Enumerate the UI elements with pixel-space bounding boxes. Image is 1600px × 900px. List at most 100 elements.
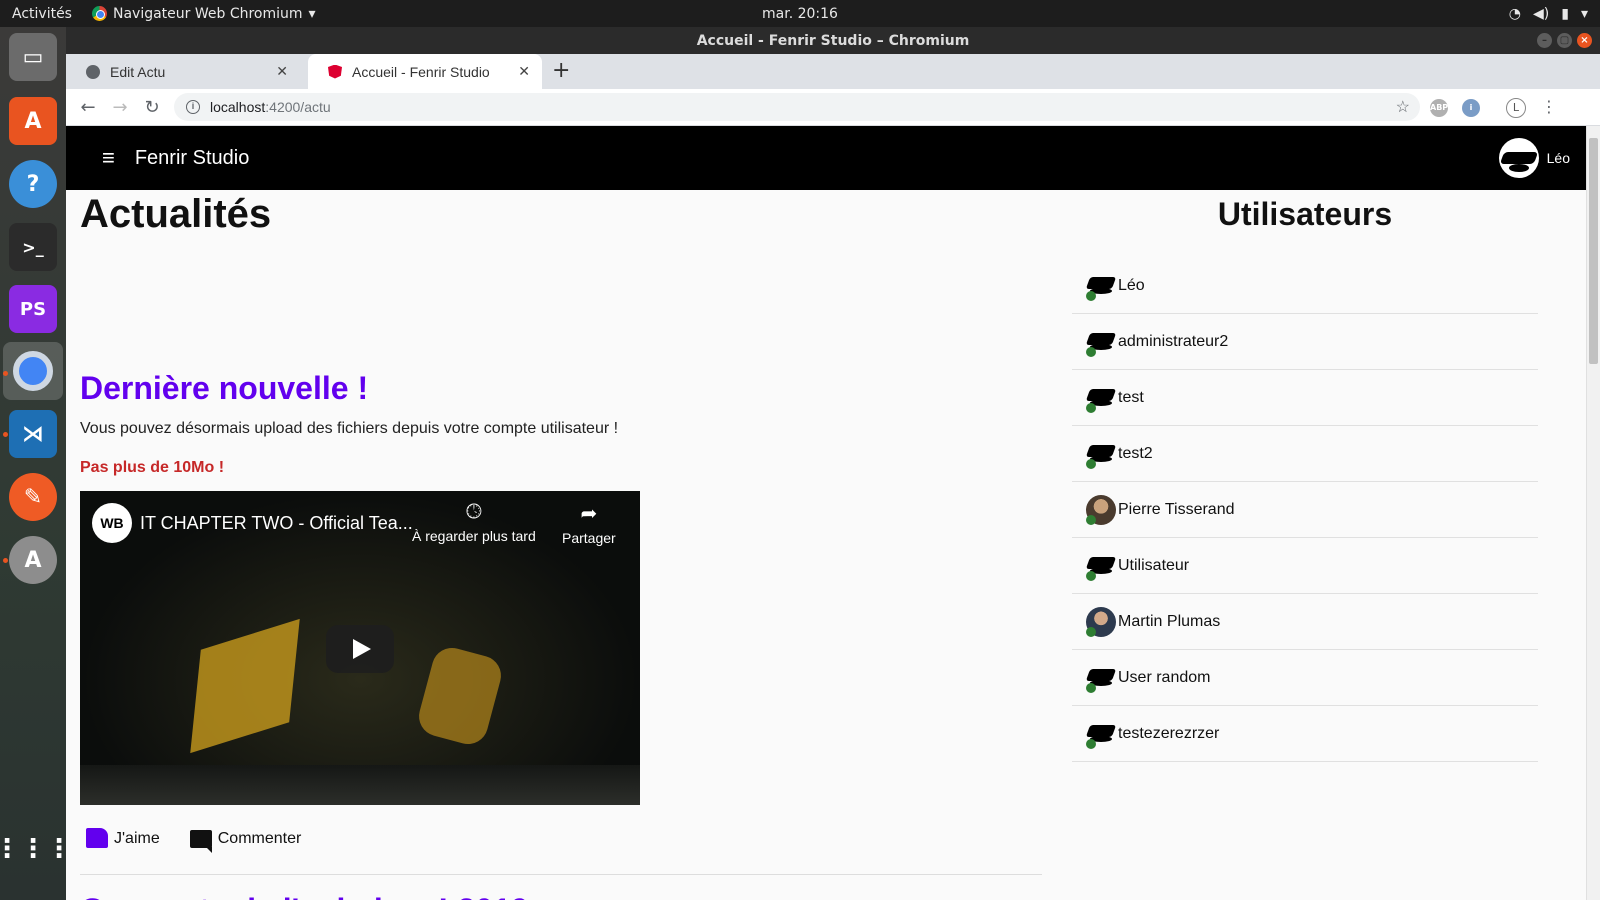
user-avatar xyxy=(1085,551,1117,581)
vscode-icon[interactable]: ⋊ xyxy=(9,410,57,458)
wifi-icon: ◔ xyxy=(1508,5,1522,22)
user-avatar xyxy=(1085,271,1117,301)
new-tab-button[interactable]: + xyxy=(552,58,570,83)
info-icon[interactable]: i xyxy=(186,100,200,114)
adblock-extension-icon[interactable]: ABP xyxy=(1430,99,1448,117)
user-name: User random xyxy=(1118,668,1211,686)
user-avatar xyxy=(1085,383,1117,413)
app-menu[interactable]: Navigateur Web Chromium ▾ xyxy=(91,5,316,22)
tab-edit-actu[interactable]: Edit Actu ✕ xyxy=(66,54,300,89)
scrollbar-thumb[interactable] xyxy=(1589,138,1598,364)
user-list-item[interactable]: administrateur2 xyxy=(1072,314,1538,370)
page-title: Actualités xyxy=(80,192,272,236)
online-status-dot xyxy=(1086,290,1096,301)
system-tray[interactable]: ◔ ◀) ▮ ▾ xyxy=(1509,6,1588,22)
show-applications-icon[interactable]: ⋮⋮⋮ xyxy=(0,825,72,873)
user-name: Martin Plumas xyxy=(1118,612,1221,630)
video-title[interactable]: IT CHAPTER TWO - Official Tea... xyxy=(140,513,413,534)
reload-icon[interactable]: ↻ xyxy=(136,97,168,118)
online-status-dot xyxy=(1086,458,1096,469)
user-name: Pierre Tisserand xyxy=(1118,500,1235,518)
user-name: Léo xyxy=(1118,276,1145,294)
files-icon[interactable]: ▭ xyxy=(9,33,57,81)
tab-label: Accueil - Fenrir Studio xyxy=(352,63,490,80)
post-divider xyxy=(80,874,1042,875)
software-center-icon[interactable]: A xyxy=(9,97,57,145)
back-icon[interactable]: ← xyxy=(72,97,104,118)
chromium-icon xyxy=(91,6,107,21)
share-button[interactable]: ➦ Partager xyxy=(562,501,616,546)
browser-menu-icon[interactable]: ⋮ xyxy=(1541,97,1557,116)
user-list-item[interactable]: User random xyxy=(1072,650,1538,706)
user-list-item[interactable]: Martin Plumas xyxy=(1072,594,1538,650)
bookmark-star-icon[interactable]: ☆ xyxy=(1396,97,1410,117)
youtube-embed[interactable]: WB IT CHAPTER TWO - Official Tea... 🕓︎ À… xyxy=(80,491,640,805)
volume-icon: ◀) xyxy=(1533,5,1550,22)
phpstorm-icon[interactable]: PS xyxy=(9,285,57,333)
dock: ▭ A ? >_ PS ⋊ ✎ A ⋮⋮⋮ xyxy=(0,27,72,900)
user-name: test xyxy=(1118,388,1144,406)
forward-icon[interactable]: → xyxy=(104,97,136,118)
terminal-icon[interactable]: >_ xyxy=(9,223,57,271)
user-name: testezerezrzer xyxy=(1118,724,1220,742)
extension-icon[interactable]: i xyxy=(1462,99,1480,117)
activities-button[interactable]: Activités xyxy=(12,6,72,22)
software-updater-icon[interactable]: A xyxy=(9,536,57,584)
profile-avatar[interactable]: L xyxy=(1506,98,1526,118)
user-list-item[interactable]: Utilisateur xyxy=(1072,538,1538,594)
post-warning: Pas plus de 10Mo ! xyxy=(80,459,225,476)
play-button[interactable] xyxy=(326,625,394,673)
user-list-item[interactable]: test xyxy=(1072,370,1538,426)
brand-title[interactable]: Fenrir Studio xyxy=(135,147,250,170)
chromium-dock-icon[interactable] xyxy=(3,342,63,400)
current-user-name: Léo xyxy=(1546,150,1570,166)
address-bar[interactable]: i localhost:4200/actu ☆ xyxy=(174,93,1420,121)
user-name: Utilisateur xyxy=(1118,556,1190,574)
window-titlebar: Accueil - Fenrir Studio – Chromium – ▢ × xyxy=(66,27,1600,54)
clock-icon: 🕓︎ xyxy=(465,501,482,523)
help-icon[interactable]: ? xyxy=(9,160,57,208)
comment-button[interactable]: Commenter xyxy=(189,828,301,853)
postman-icon[interactable]: ✎ xyxy=(9,473,57,521)
channel-logo[interactable]: WB xyxy=(92,503,132,543)
chevron-down-icon: ▾ xyxy=(308,5,316,22)
users-list: Léo administrateur2 test test2 Pierre Tisser… xyxy=(1072,258,1538,762)
user-name: test2 xyxy=(1118,444,1153,462)
watch-later-label: À regarder plus tard xyxy=(412,528,536,544)
tab-strip: Edit Actu ✕ Accueil - Fenrir Studio ✕ + xyxy=(66,54,1600,89)
url-host: localhost xyxy=(210,99,266,115)
watch-later-button[interactable]: 🕓︎ À regarder plus tard xyxy=(412,501,536,544)
user-list-item[interactable]: Pierre Tisserand xyxy=(1072,482,1538,538)
user-list-item[interactable]: Léo xyxy=(1072,258,1538,314)
close-icon[interactable]: ✕ xyxy=(276,63,288,80)
users-heading: Utilisateurs xyxy=(1217,196,1393,232)
users-panel: Utilisateurs Léo administrateur2 test test2… xyxy=(1072,190,1538,762)
post-title[interactable]: Gagnants de l'animjam ! 2019 xyxy=(80,892,529,900)
post-body: Vous pouvez désormais upload des fichier… xyxy=(80,420,619,437)
news-feed: Actualités Dernière nouvelle ! Vous pouv… xyxy=(80,190,1052,900)
close-icon[interactable]: × xyxy=(1577,33,1592,48)
browser-toolbar: ← → ↻ i localhost:4200/actu ☆ ABP i L ⋮ xyxy=(66,89,1600,126)
online-status-dot xyxy=(1086,570,1096,581)
maximize-icon[interactable]: ▢ xyxy=(1557,33,1572,48)
user-menu[interactable]: Léo xyxy=(1498,138,1570,178)
comment-icon xyxy=(189,830,212,853)
user-avatar xyxy=(1085,663,1117,693)
running-indicator xyxy=(3,558,8,563)
post-title[interactable]: Dernière nouvelle ! xyxy=(80,370,368,407)
like-button[interactable]: J'aime xyxy=(86,828,160,848)
user-list-item[interactable]: testezerezrzer xyxy=(1072,706,1538,762)
page-scrollbar[interactable] xyxy=(1586,126,1600,900)
user-avatar xyxy=(1085,439,1117,469)
online-status-dot xyxy=(1086,402,1096,413)
user-list-item[interactable]: test2 xyxy=(1072,426,1538,482)
minimize-icon[interactable]: – xyxy=(1537,33,1552,48)
close-icon[interactable]: ✕ xyxy=(518,63,530,80)
online-status-dot xyxy=(1086,514,1096,525)
video-frame-floor xyxy=(80,765,640,805)
tab-accueil[interactable]: Accueil - Fenrir Studio ✕ xyxy=(308,54,542,89)
chevron-down-icon: ▾ xyxy=(1580,5,1588,22)
online-status-dot xyxy=(1086,346,1096,357)
hamburger-menu-icon[interactable]: ≡ xyxy=(102,145,115,171)
online-status-dot xyxy=(1086,626,1096,637)
